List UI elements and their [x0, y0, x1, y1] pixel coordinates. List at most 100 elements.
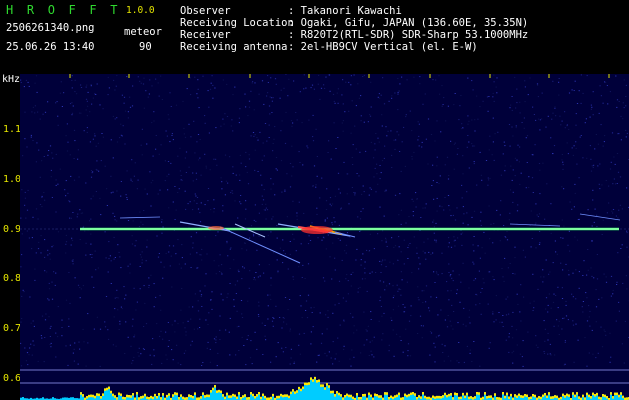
- noise-speck: [197, 134, 200, 135]
- noise-speck: [469, 322, 471, 324]
- noise-speck: [519, 183, 521, 185]
- noise-speck: [180, 175, 182, 176]
- noise-speck: [591, 106, 593, 108]
- noise-speck: [34, 105, 36, 107]
- noise-speck: [473, 279, 475, 281]
- noise-speck: [575, 113, 577, 115]
- noise-speck: [493, 279, 495, 281]
- noise-speck: [266, 209, 269, 211]
- noise-speck: [432, 252, 434, 254]
- noise-speck: [277, 270, 279, 272]
- noise-speck: [330, 205, 332, 207]
- level-peak: [494, 393, 496, 396]
- noise-speck: [192, 180, 194, 182]
- noise-speck: [204, 285, 206, 287]
- level-peak: [318, 379, 320, 382]
- noise-speck: [620, 115, 622, 117]
- noise-speck: [315, 186, 317, 188]
- noise-speck: [504, 170, 506, 172]
- y-tick-1.1: 1.1: [3, 124, 22, 135]
- noise-speck: [234, 86, 236, 88]
- noise-speck: [281, 347, 283, 349]
- noise-speck: [515, 329, 518, 331]
- noise-speck: [379, 165, 381, 166]
- noise-speck: [522, 365, 524, 367]
- noise-speck: [445, 120, 447, 122]
- noise-speck: [473, 163, 475, 165]
- noise-speck: [573, 145, 575, 147]
- noise-speck: [281, 191, 283, 193]
- noise-speck: [402, 351, 404, 353]
- noise-speck: [290, 357, 292, 359]
- noise-speck: [479, 303, 481, 305]
- noise-speck: [420, 325, 422, 327]
- noise-speck: [77, 213, 79, 215]
- noise-speck: [572, 320, 574, 322]
- noise-speck: [256, 249, 258, 251]
- noise-speck: [188, 166, 190, 168]
- noise-speck: [557, 286, 559, 288]
- noise-speck: [78, 341, 80, 343]
- level-peak: [396, 394, 398, 398]
- noise-speck: [137, 179, 139, 181]
- noise-speck: [125, 321, 127, 323]
- noise-speck: [151, 85, 153, 87]
- noise-speck: [516, 102, 518, 104]
- level-peak: [240, 397, 242, 400]
- level-bar: [318, 379, 320, 400]
- noise-speck: [447, 246, 450, 248]
- noise-speck: [572, 272, 574, 274]
- level-peak: [598, 396, 600, 400]
- noise-speck: [34, 279, 36, 281]
- noise-speck: [380, 272, 382, 273]
- noise-speck: [114, 257, 116, 258]
- noise-speck: [383, 157, 385, 159]
- level-peak: [434, 396, 436, 399]
- noise-speck: [130, 179, 132, 181]
- noise-speck: [366, 330, 368, 332]
- noise-speck: [112, 115, 114, 117]
- noise-speck: [127, 336, 129, 338]
- level-peak: [120, 393, 122, 396]
- noise-speck: [412, 211, 414, 212]
- noise-speck: [65, 135, 67, 137]
- noise-speck: [265, 339, 267, 341]
- noise-speck: [143, 349, 145, 350]
- noise-speck: [229, 156, 231, 158]
- noise-speck: [202, 362, 204, 363]
- noise-speck: [438, 183, 440, 184]
- noise-speck: [214, 87, 216, 89]
- noise-speck: [304, 278, 306, 279]
- noise-speck: [189, 201, 191, 203]
- noise-speck: [257, 138, 259, 140]
- noise-speck: [116, 289, 118, 291]
- noise-speck: [261, 159, 263, 161]
- noise-speck: [85, 242, 87, 244]
- noise-speck: [532, 273, 534, 275]
- noise-speck: [386, 285, 388, 287]
- noise-speck: [609, 168, 612, 170]
- noise-speck: [591, 329, 593, 331]
- noise-speck: [322, 277, 325, 279]
- noise-speck: [516, 293, 518, 295]
- noise-speck: [448, 272, 450, 273]
- noise-speck: [503, 280, 505, 282]
- noise-speck: [547, 332, 549, 334]
- noise-speck: [127, 220, 130, 221]
- noise-speck: [621, 244, 623, 246]
- noise-speck: [580, 74, 582, 76]
- level-peak: [478, 392, 480, 395]
- noise-speck: [292, 122, 294, 124]
- noise-speck: [351, 157, 353, 158]
- noise-speck: [136, 301, 138, 303]
- level-peak: [252, 393, 254, 397]
- noise-speck: [558, 320, 560, 322]
- noise-speck: [312, 114, 314, 116]
- noise-speck: [449, 320, 451, 322]
- noise-speck: [27, 81, 29, 83]
- noise-speck: [552, 301, 555, 303]
- noise-speck: [61, 335, 63, 337]
- noise-speck: [434, 346, 436, 348]
- noise-speck: [110, 139, 112, 141]
- noise-speck: [479, 257, 481, 259]
